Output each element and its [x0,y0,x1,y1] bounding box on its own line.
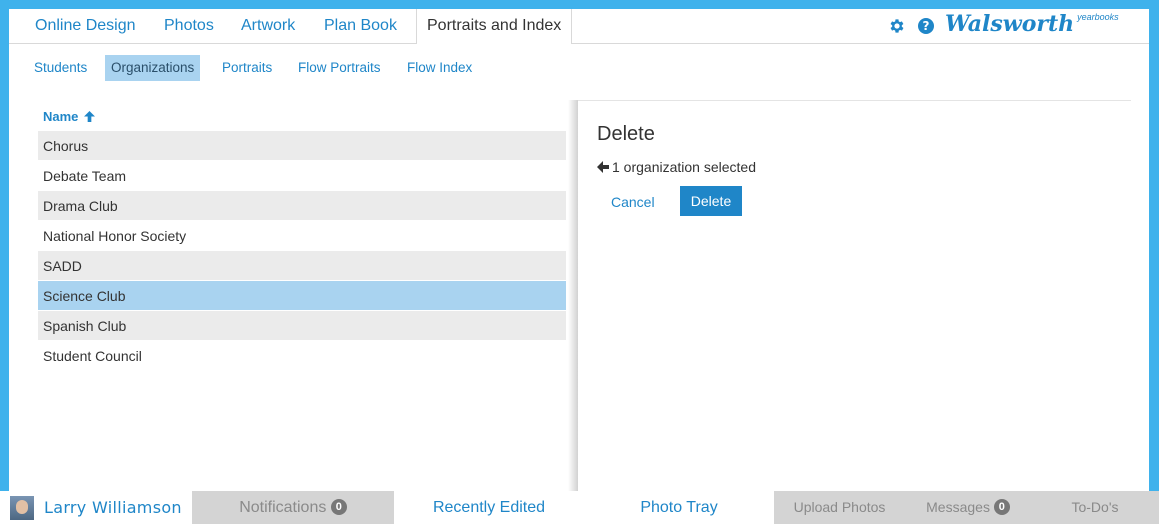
user-name: Larry Williamson [44,498,182,517]
messages-button[interactable]: Messages 0 [905,491,1031,524]
app-window: Online Design Photos Artwork Plan Book P… [9,9,1149,491]
panel-shadow [568,100,578,491]
list-item-selected[interactable]: Science Club [38,281,566,311]
selection-info[interactable]: 1 organization selected [597,159,756,175]
list-item[interactable]: Chorus [38,131,566,161]
notifications-button[interactable]: Notifications 0 [192,491,394,524]
avatar [10,496,34,520]
gear-icon[interactable] [888,17,906,35]
user-section[interactable]: Larry Williamson [0,491,192,524]
tab-plan-book[interactable]: Plan Book [324,9,397,43]
list-item[interactable]: Spanish Club [38,311,566,341]
notifications-count-badge: 0 [330,498,347,515]
organizations-list: Name Chorus Debate Team Drama Club Natio… [38,103,566,371]
delete-panel: Delete 1 organization selected Cancel De… [578,100,1131,491]
subtab-flow-portraits[interactable]: Flow Portraits [292,55,387,81]
photo-tray-tab[interactable]: Photo Tray [584,491,774,524]
list-item[interactable]: Drama Club [38,191,566,221]
bottom-bar: Larry Williamson Notifications 0 Recentl… [0,491,1159,524]
name-header-label: Name [43,109,79,124]
list-item[interactable]: Debate Team [38,161,566,191]
upload-photos-button[interactable]: Upload Photos [774,491,905,524]
messages-count-badge: 0 [993,499,1010,516]
logo-brand: Walsworth [945,11,1075,37]
help-icon[interactable]: ? [918,18,934,34]
walsworth-logo: Walsworth yearbooks [945,11,1119,41]
name-column-header[interactable]: Name [38,103,566,131]
selection-text: 1 organization selected [612,159,756,175]
tab-portraits-and-index[interactable]: Portraits and Index [416,9,573,44]
subtab-flow-index[interactable]: Flow Index [401,55,478,81]
arrow-up-icon [84,111,96,122]
tab-online-design[interactable]: Online Design [35,9,136,43]
list-item[interactable]: Student Council [38,341,566,371]
subtab-portraits[interactable]: Portraits [216,55,278,81]
tab-artwork[interactable]: Artwork [241,9,295,43]
panel-title: Delete [597,123,655,145]
delete-button[interactable]: Delete [680,186,742,216]
logo-sub: yearbooks [1077,12,1119,22]
subtab-organizations[interactable]: Organizations [105,55,201,81]
top-navigation: Online Design Photos Artwork Plan Book P… [9,9,1149,44]
messages-label: Messages [926,499,990,515]
cancel-button[interactable]: Cancel [611,194,655,210]
list-item[interactable]: National Honor Society [38,221,566,251]
list-item[interactable]: SADD [38,251,566,281]
subtab-students[interactable]: Students [28,55,93,81]
arrow-left-icon [597,161,609,173]
tab-photos[interactable]: Photos [164,9,214,43]
notifications-label: Notifications [239,499,327,516]
todos-button[interactable]: To-Do's [1031,491,1159,524]
recently-edited-tab[interactable]: Recently Edited [394,491,584,524]
